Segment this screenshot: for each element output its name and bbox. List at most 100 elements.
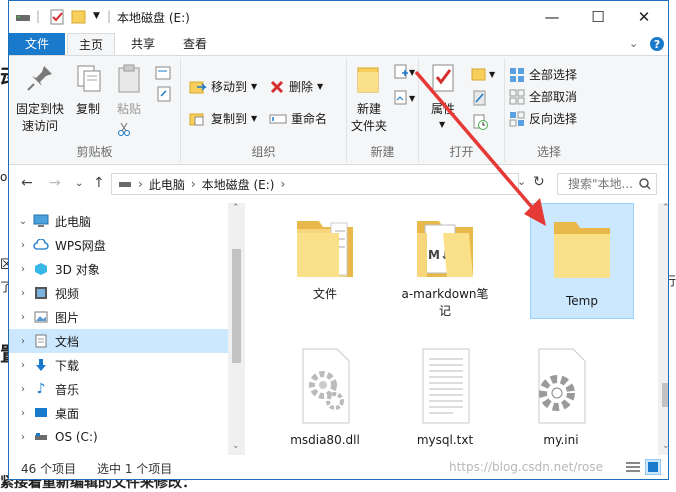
dll-gear-icon <box>302 348 350 424</box>
open-group: 属性 ▼ ▼ 打开 <box>419 58 505 162</box>
copy-button[interactable]: 复制 <box>69 62 107 118</box>
new-folder-icon[interactable] <box>71 9 87 25</box>
nav-item-desktop[interactable]: › 桌面 <box>9 401 231 425</box>
minimize-button[interactable]: — <box>529 1 575 33</box>
file-item-folder[interactable]: 文件 <box>273 207 377 317</box>
nav-item-3d-objects[interactable]: › 3D 对象 <box>9 257 231 281</box>
rename-button[interactable]: 重命名 <box>269 110 327 127</box>
nav-item-pictures[interactable]: › 图片 <box>9 305 231 329</box>
file-name: my.ini <box>543 433 579 447</box>
easy-access-dropdown-icon[interactable]: ▼ <box>409 94 415 103</box>
copy-to-button[interactable]: 复制到 ▼ <box>189 110 257 127</box>
scroll-up-icon[interactable]: ⌃ <box>662 203 668 213</box>
nav-item-os-c[interactable]: › OS (C:) <box>9 425 231 449</box>
search-icon[interactable] <box>639 178 651 190</box>
breadcrumb-drive[interactable]: 本地磁盘 (E:) <box>202 176 275 193</box>
nav-label: 此电脑 <box>55 214 92 229</box>
select-group: 全部选择 全部取消 反向选择 选择 <box>505 58 593 162</box>
refresh-icon[interactable]: ↻ <box>533 174 545 190</box>
nav-item-downloads[interactable]: › 下载 <box>9 353 231 377</box>
move-to-label: 移动到 <box>211 80 248 94</box>
nav-item-documents[interactable]: › 文档 <box>9 329 231 353</box>
properties-check-icon[interactable] <box>49 9 65 25</box>
easy-access-icon[interactable] <box>393 90 409 106</box>
properties-button[interactable]: 属性 <box>423 62 463 118</box>
properties-icon <box>432 64 454 92</box>
copy-path-icon[interactable] <box>155 66 171 80</box>
scroll-up-icon[interactable]: ⌃ <box>232 203 240 213</box>
recent-dropdown-icon[interactable]: ⌄ <box>75 178 83 189</box>
close-button[interactable]: ✕ <box>621 1 667 33</box>
collapse-chevron-icon[interactable]: ⌄ <box>13 216 33 227</box>
open-dropdown-icon[interactable]: ▼ <box>489 70 495 79</box>
scroll-down-icon[interactable]: ⌄ <box>232 441 240 451</box>
back-arrow-icon[interactable]: ← <box>21 175 33 191</box>
collapse-ribbon-icon[interactable]: ⌄ <box>629 37 638 50</box>
move-to-dropdown-icon: ▼ <box>251 82 258 91</box>
tab-view[interactable]: 查看 <box>171 33 219 55</box>
nav-label: 下载 <box>55 358 80 373</box>
new-item-dropdown-icon[interactable]: ▼ <box>409 68 415 77</box>
file-item-dll[interactable]: msdia80.dll <box>273 341 377 453</box>
expand-chevron-icon[interactable]: › <box>13 408 33 419</box>
toolbar-divider: | <box>36 9 41 23</box>
delete-button[interactable]: 删除 ▼ <box>269 78 323 95</box>
paste-button[interactable]: 粘贴 <box>109 62 149 118</box>
maximize-button[interactable]: ☐ <box>575 1 621 33</box>
paste-shortcut-icon[interactable] <box>157 86 171 102</box>
details-view-icon[interactable] <box>625 460 641 474</box>
expand-chevron-icon[interactable]: › <box>13 384 33 395</box>
organize-group-label: 组织 <box>251 145 276 159</box>
tab-home[interactable]: 主页 <box>67 33 115 55</box>
history-icon[interactable] <box>473 114 489 130</box>
file-item-folder[interactable]: M↓ a-markdown笔 记 <box>393 207 497 337</box>
scroll-down-icon[interactable]: ⌄ <box>662 441 668 451</box>
address-box[interactable]: › 此电脑 › 本地磁盘 (E:) › <box>111 173 519 195</box>
content-scroll-thumb[interactable] <box>662 383 668 407</box>
expand-chevron-icon[interactable]: › <box>13 240 33 251</box>
select-all-button[interactable]: 全部选择 <box>509 66 577 83</box>
expand-chevron-icon[interactable]: › <box>13 336 33 347</box>
expand-chevron-icon[interactable]: › <box>13 264 33 275</box>
nav-item-videos[interactable]: › 视频 <box>9 281 231 305</box>
content-scrollbar[interactable]: ⌃ ⌄ <box>658 203 668 455</box>
expand-chevron-icon[interactable]: › <box>13 360 33 371</box>
new-item-icon[interactable] <box>393 64 409 80</box>
tab-share[interactable]: 共享 <box>119 33 167 55</box>
nav-item-this-pc[interactable]: ⌄ 此电脑 <box>9 209 231 233</box>
cut-icon[interactable] <box>117 122 131 136</box>
help-icon[interactable]: ? <box>649 36 665 52</box>
item-count: 46 个项目 <box>21 462 77 476</box>
document-icon <box>33 333 49 349</box>
new-folder-button[interactable]: 新建 文件夹 <box>347 62 391 135</box>
delete-dropdown-icon: ▼ <box>317 82 324 91</box>
breadcrumb-this-pc[interactable]: 此电脑 <box>149 176 185 193</box>
expand-chevron-icon[interactable]: › <box>13 312 33 323</box>
edit-icon[interactable] <box>473 90 487 106</box>
up-arrow-icon[interactable]: ↑ <box>93 175 105 191</box>
pin-quick-access-button[interactable]: 固定到快 速访问 <box>11 62 69 135</box>
file-item-folder-selected[interactable]: Temp <box>530 203 634 319</box>
copy-to-dropdown-icon: ▼ <box>251 114 258 123</box>
nav-item-wps[interactable]: › WPS网盘 <box>9 233 231 257</box>
invert-selection-button[interactable]: 反向选择 <box>509 110 577 127</box>
nav-label: WPS网盘 <box>55 238 106 253</box>
file-item-txt[interactable]: mysql.txt <box>393 341 497 453</box>
forward-arrow-icon[interactable]: → <box>49 175 61 191</box>
large-icons-view-icon[interactable] <box>645 459 661 475</box>
properties-dropdown-icon[interactable]: ▼ <box>439 120 445 129</box>
nav-scrollbar[interactable]: ⌃ ⌄ <box>228 203 245 455</box>
move-to-button[interactable]: 移动到 ▼ <box>189 78 257 95</box>
select-none-button[interactable]: 全部取消 <box>509 88 577 105</box>
rename-icon <box>269 114 287 123</box>
expand-chevron-icon[interactable]: › <box>13 432 33 443</box>
nav-item-music[interactable]: › ♪ 音乐 <box>9 377 231 401</box>
nav-scroll-thumb[interactable] <box>232 249 241 363</box>
quick-access-dropdown-icon[interactable]: ▼ <box>93 11 100 27</box>
nav-label: 桌面 <box>55 406 80 421</box>
expand-chevron-icon[interactable]: › <box>13 288 33 299</box>
address-dropdown-icon[interactable]: ⌄ <box>517 175 526 188</box>
open-icon[interactable] <box>471 66 487 82</box>
tab-file[interactable]: 文件 <box>9 33 65 55</box>
file-item-ini[interactable]: my.ini <box>509 341 613 453</box>
